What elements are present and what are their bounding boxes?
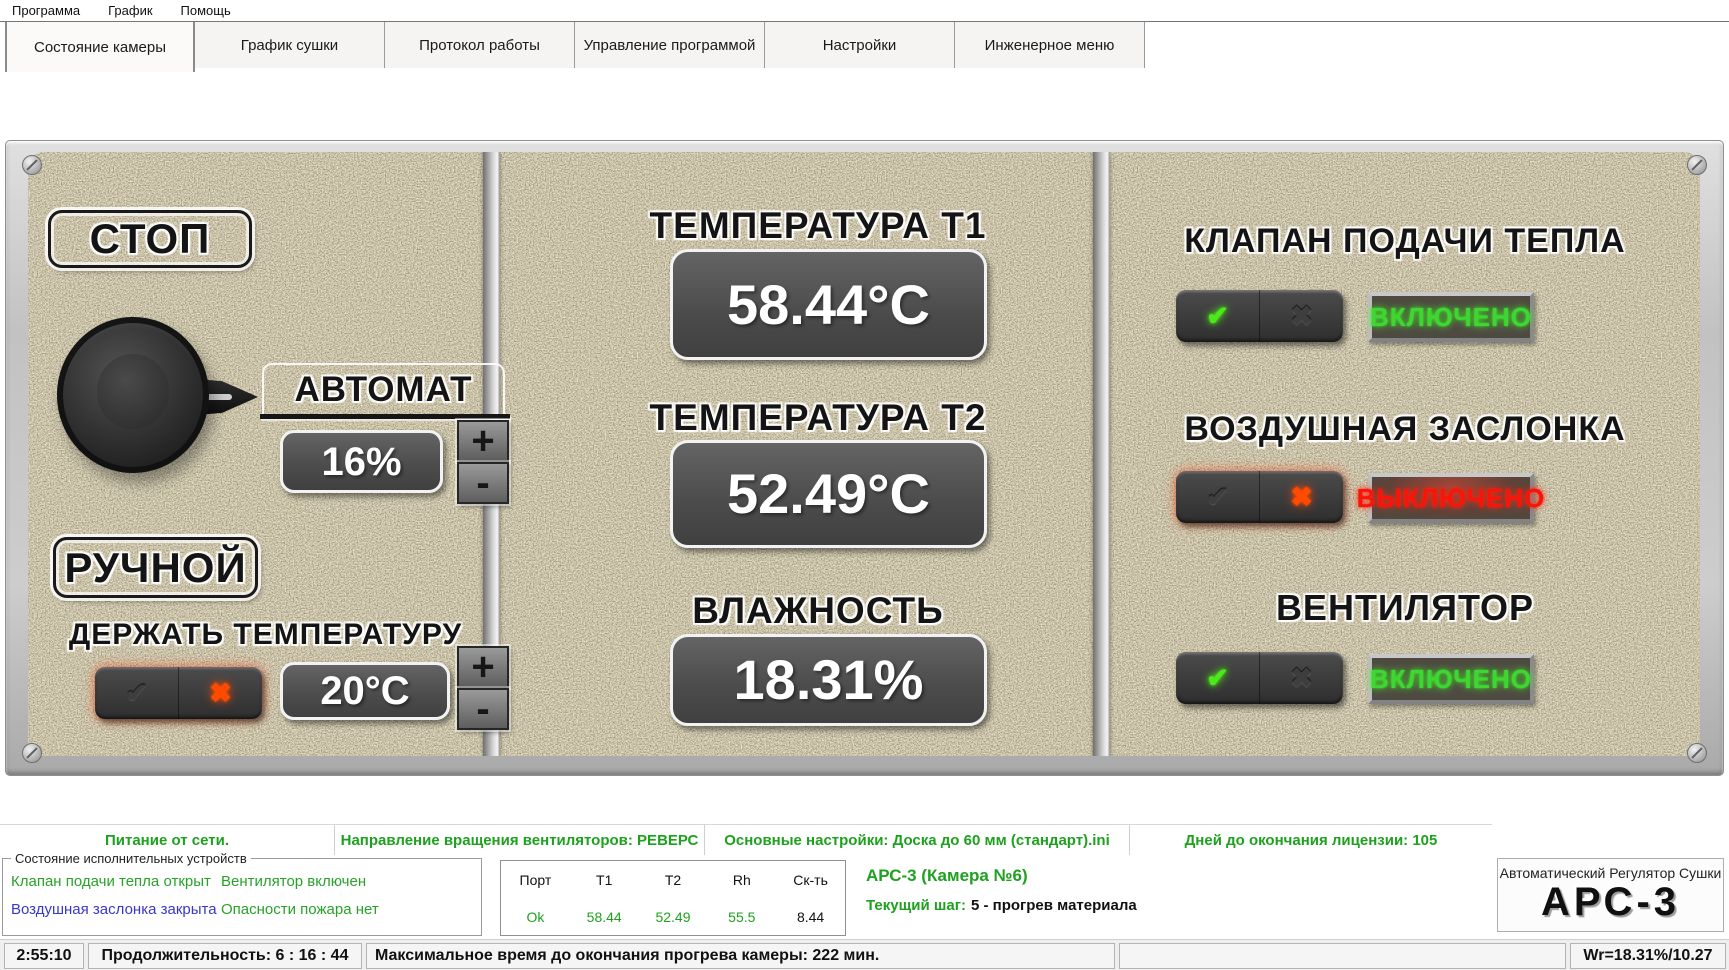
menu-item-graph[interactable]: График: [108, 3, 152, 18]
menu-item-help[interactable]: Помощь: [181, 3, 231, 18]
hold-temperature-value: 20°C: [280, 662, 450, 720]
device-status-fire-danger: Опасности пожара нет: [221, 901, 379, 918]
current-step-label: Текущий шаг:: [866, 897, 966, 914]
temp-plus-button[interactable]: +: [457, 646, 509, 688]
cross-icon: ✖: [1290, 665, 1313, 692]
cross-icon: ✖: [1290, 303, 1313, 330]
power-plus-button[interactable]: +: [457, 420, 509, 462]
temp-minus-button[interactable]: -: [457, 688, 509, 730]
heat-valve-toggle[interactable]: ✔ ✖: [1176, 290, 1343, 342]
screw-icon: [22, 743, 42, 763]
sensor-col-header-t1: Т1: [596, 872, 612, 888]
settings-file-text: Основные настройки: Доска до 60 мм (стан…: [705, 825, 1130, 855]
sensor-col-header-t2: Т2: [665, 872, 681, 888]
mode-knob[interactable]: [57, 317, 209, 473]
t1-value-display: 58.44°C: [670, 249, 987, 360]
fan-direction-text: Направление вращения вентиляторов: РЕВЕР…: [335, 825, 705, 855]
screw-icon: [1687, 743, 1707, 763]
sensor-table: Порт Т1 Т2 Rh Ск-ть Ok 58.44 52.49 55.5 …: [500, 860, 846, 936]
clock-text: 2:55:10: [4, 943, 84, 969]
heat-valve-label: КЛАПАН ПОДАЧИ ТЕПЛА: [1110, 224, 1700, 258]
heat-valve-status: ВКЛЮЧЕНО: [1368, 292, 1534, 342]
hold-temperature-toggle[interactable]: ✔ ✖: [95, 667, 262, 719]
sensor-value-t1: 58.44: [587, 909, 622, 925]
screw-icon: [1687, 155, 1707, 175]
wr-text: Wr=18.31%/10.27: [1570, 943, 1726, 969]
current-step-value: 5 - прогрев материала: [971, 897, 1137, 914]
tab-engineering-menu[interactable]: Инженерное меню: [955, 22, 1145, 68]
t2-value-display: 52.49°C: [670, 440, 987, 548]
device-status-fan: Вентилятор включен: [221, 873, 366, 890]
logo-box: Автоматический Регулятор Сушки АРС-3: [1497, 858, 1724, 932]
tab-program-control[interactable]: Управление программой: [575, 22, 765, 68]
tab-bar: Состояние камеры График сушки Протокол р…: [0, 21, 1729, 68]
cross-icon: ✖: [209, 680, 232, 707]
tab-work-protocol[interactable]: Протокол работы: [385, 22, 575, 68]
check-icon: ✔: [1206, 665, 1229, 692]
logo-subtitle: Автоматический Регулятор Сушки: [1498, 865, 1723, 881]
status-bar: 2:55:10 Продолжительность: 6 : 16 : 44 М…: [0, 939, 1729, 970]
air-damper-status: ВЫКЛЮЧЕНО: [1368, 473, 1534, 523]
check-icon: ✔: [1206, 484, 1229, 511]
auto-mode-button[interactable]: АВТОМАТ: [262, 363, 505, 414]
stop-button[interactable]: СТОП: [48, 210, 252, 268]
sensor-value-port: Ok: [526, 909, 544, 925]
logo-title: АРС-3: [1498, 881, 1723, 923]
air-damper-toggle[interactable]: ✔ ✖: [1176, 471, 1343, 523]
application-window: Программа График Помощь Состояние камеры…: [0, 0, 1729, 970]
device-status-air-damper: Воздушная заслонка закрыта: [11, 901, 217, 918]
devices-group: Состояние исполнительных устройств Клапа…: [2, 858, 482, 936]
devices-group-title: Состояние исполнительных устройств: [11, 851, 251, 866]
tab-camera-state[interactable]: Состояние камеры: [5, 22, 195, 72]
screw-icon: [22, 155, 42, 175]
sensor-col-header-rh: Rh: [733, 872, 751, 888]
check-icon: ✔: [125, 680, 148, 707]
sensor-col-header-speed: Ск-ть: [793, 872, 828, 888]
device-status-heat-valve: Клапан подачи тепла открыт: [11, 873, 211, 890]
sensor-value-rh: 55.5: [728, 909, 755, 925]
fan-toggle[interactable]: ✔ ✖: [1176, 652, 1343, 704]
sensor-col-header-port: Порт: [520, 872, 552, 888]
license-days-text: Дней до окончания лицензии: 105: [1130, 825, 1492, 855]
cross-icon: ✖: [1290, 484, 1313, 511]
manual-mode-button[interactable]: РУЧНОЙ: [53, 537, 258, 598]
air-damper-label: ВОЗДУШНАЯ ЗАСЛОНКА: [1110, 412, 1700, 446]
sensor-value-t2: 52.49: [655, 909, 690, 925]
panel-background: СТОП АВТОМАТ 16% + - РУЧНОЙ ДЕРЖАТЬ: [28, 152, 1700, 756]
sensor-value-speed: 8.44: [797, 909, 824, 925]
auto-power-value: 16%: [280, 430, 443, 493]
check-icon: ✔: [1206, 303, 1229, 330]
fan-status: ВКЛЮЧЕНО: [1368, 654, 1534, 704]
unit-name: АРС-3 (Камера №6): [866, 866, 1486, 886]
humidity-value-display: 18.31%: [670, 634, 987, 726]
max-time-text: Максимальное время до окончания прогрева…: [366, 943, 1115, 969]
duration-text: Продолжительность: 6 : 16 : 44: [88, 943, 362, 969]
empty-cell: [1119, 943, 1566, 969]
humidity-label: ВЛАЖНОСТЬ: [568, 592, 1068, 629]
t1-label: ТЕМПЕРАТУРА Т1: [568, 207, 1068, 244]
tab-drying-graph[interactable]: График сушки: [195, 22, 385, 68]
power-minus-button[interactable]: -: [457, 462, 509, 504]
section-divider: [1093, 152, 1110, 756]
hold-temperature-label: ДЕРЖАТЬ ТЕМПЕРАТУРУ: [38, 620, 493, 650]
t2-label: ТЕМПЕРАТУРА Т2: [568, 399, 1068, 436]
fan-label: ВЕНТИЛЯТОР: [1110, 590, 1700, 626]
menu-bar: Программа График Помощь: [0, 0, 1729, 21]
tab-settings[interactable]: Настройки: [765, 22, 955, 68]
unit-info: АРС-3 (Камера №6) Текущий шаг: 5 - прогре…: [866, 866, 1486, 914]
menu-item-program[interactable]: Программа: [12, 3, 80, 18]
main-panel-frame: СТОП АВТОМАТ 16% + - РУЧНОЙ ДЕРЖАТЬ: [5, 140, 1724, 776]
